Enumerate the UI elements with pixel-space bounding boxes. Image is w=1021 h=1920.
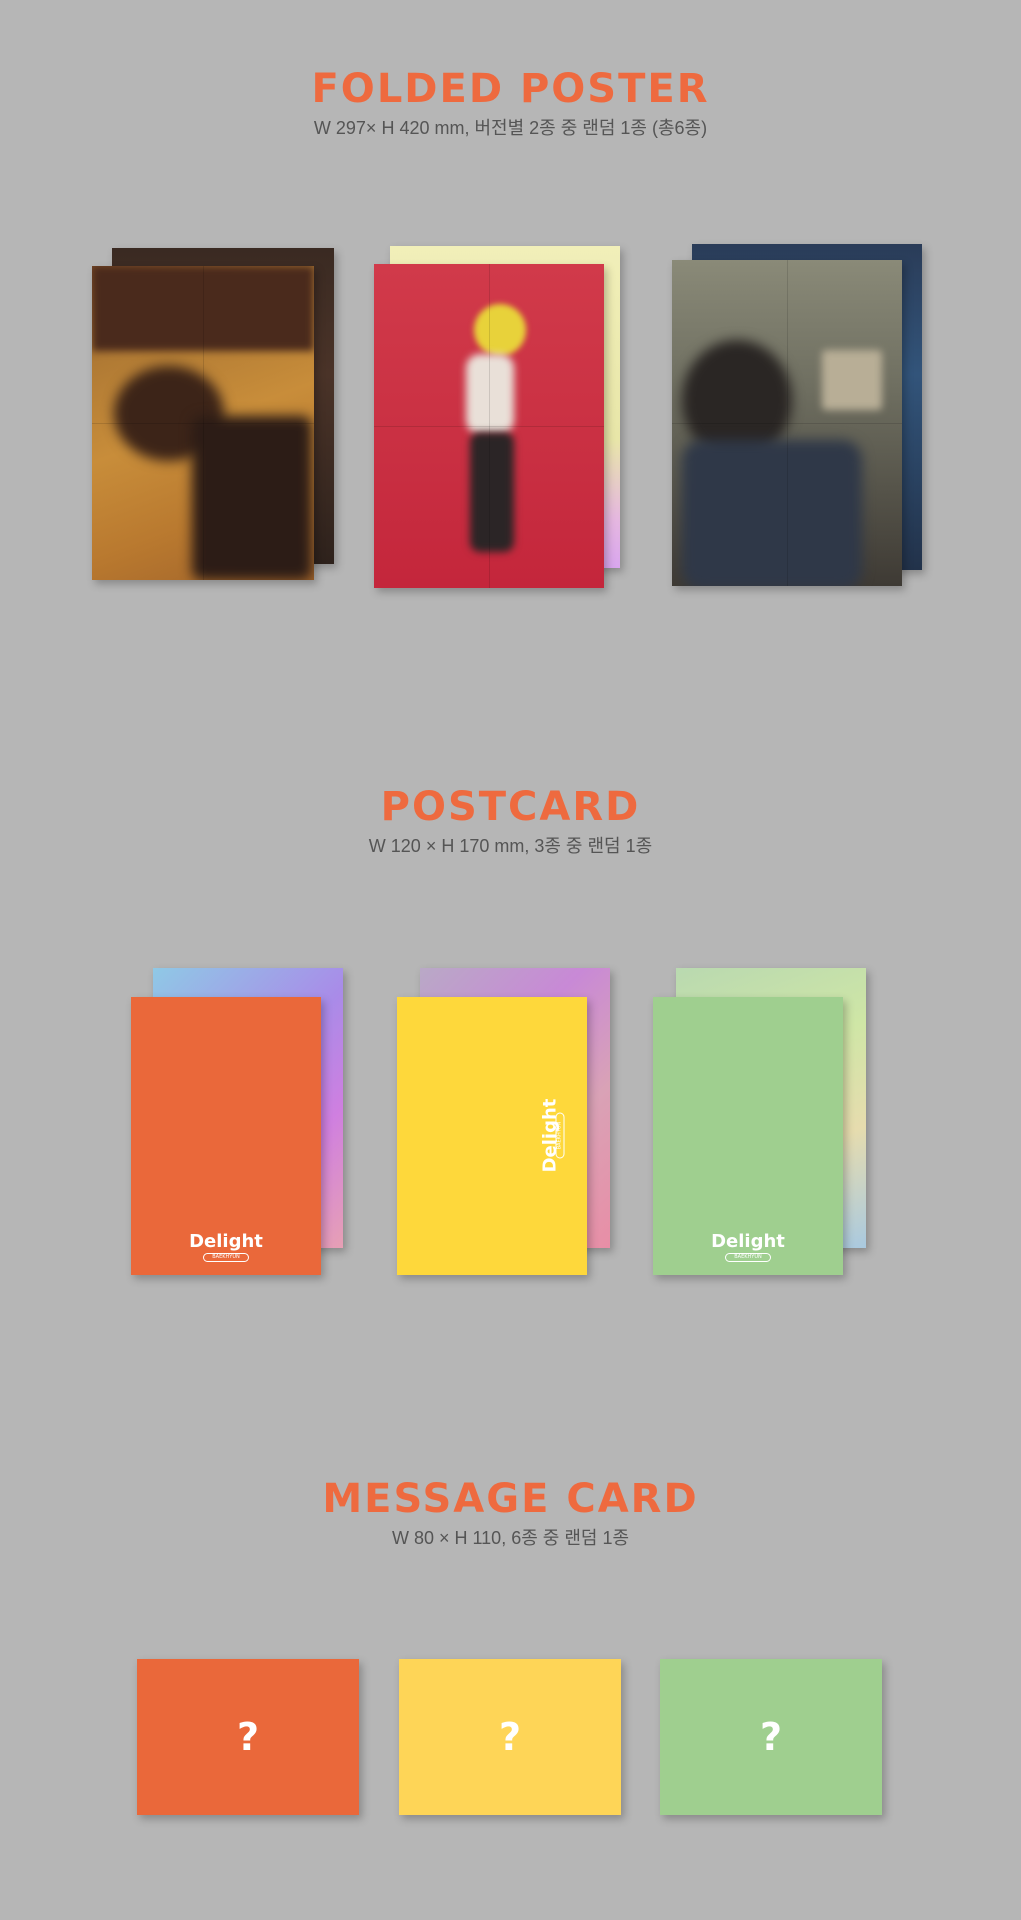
message-card-3: ?: [660, 1659, 882, 1815]
postcard-1-artist-badge: BAEKHYUN: [203, 1253, 249, 1262]
postcard-3-front: Delight BAEKHYUN: [653, 997, 843, 1275]
postcard-3-artist-badge: BAEKHYUN: [725, 1253, 771, 1262]
message-card-title: MESSAGE CARD: [322, 1476, 699, 1522]
postcard-3-logo: Delight: [711, 1231, 785, 1252]
folded-poster-subtitle: W 297× H 420 mm, 버전별 2종 중 랜덤 1종 (총6종): [313, 118, 708, 138]
postcard-2-front: Delight BAEKHYUN: [397, 997, 587, 1275]
poster-3-front: [672, 260, 902, 586]
poster-1-front: [92, 266, 314, 580]
postcard-2-artist-badge: BAEKHYUN: [555, 1112, 565, 1159]
folded-poster-title: FOLDED POSTER: [311, 66, 710, 112]
postcard-1-front: Delight BAEKHYUN: [131, 997, 321, 1275]
postcard-1-logo: Delight: [189, 1231, 263, 1252]
message-card-1: ?: [137, 1659, 359, 1815]
postcard-subtitle: W 120 × H 170 mm, 3종 중 랜덤 1종: [368, 836, 653, 856]
question-mark-icon: ?: [759, 1715, 783, 1759]
poster-2-front: [374, 264, 604, 588]
question-mark-icon: ?: [236, 1715, 260, 1759]
postcard-title: POSTCARD: [380, 784, 641, 830]
question-mark-icon: ?: [498, 1715, 522, 1759]
message-card-subtitle: W 80 × H 110, 6종 중 랜덤 1종: [391, 1528, 630, 1548]
message-card-2: ?: [399, 1659, 621, 1815]
